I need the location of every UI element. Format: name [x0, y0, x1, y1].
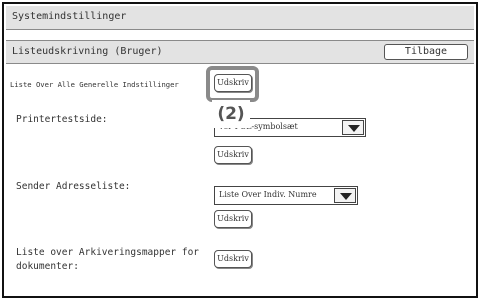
settings-window: Systemindstillinger Listeudskrivning (Br…: [2, 2, 478, 298]
all-settings-list-label: Liste Over Alle Generelle Indstillinger: [10, 80, 179, 89]
printer-test-page-label: Printertestside:: [16, 114, 108, 125]
annotation-callout: (2): [212, 100, 250, 128]
print-test-page-button[interactable]: Udskriv: [214, 146, 252, 164]
chevron-down-icon[interactable]: [334, 188, 356, 203]
chevron-down-icon[interactable]: [342, 120, 364, 135]
print-filing-folders-button[interactable]: Udskriv: [214, 250, 252, 268]
subheader-bar: Listeudskrivning (Bruger) Tilbage: [6, 40, 474, 64]
filing-folders-list-label-line1: Liste over Arkiveringsmapper for: [16, 247, 200, 258]
window-title: Systemindstillinger: [12, 11, 127, 22]
sender-address-list-label: Sender Adresseliste:: [16, 181, 131, 192]
subheader-title: Listeudskrivning (Bruger): [12, 46, 163, 57]
filing-folders-list-label-line2: dokumenter:: [16, 261, 79, 272]
window-titlebar: Systemindstillinger: [6, 6, 474, 30]
print-address-list-button[interactable]: Udskriv: [214, 210, 252, 228]
annotation-highlight-box: [206, 66, 259, 102]
address-list-select[interactable]: Liste Over Indiv. Numre: [214, 186, 358, 205]
back-button[interactable]: Tilbage: [384, 44, 468, 60]
address-list-select-value: Liste Over Indiv. Numre: [219, 190, 317, 199]
